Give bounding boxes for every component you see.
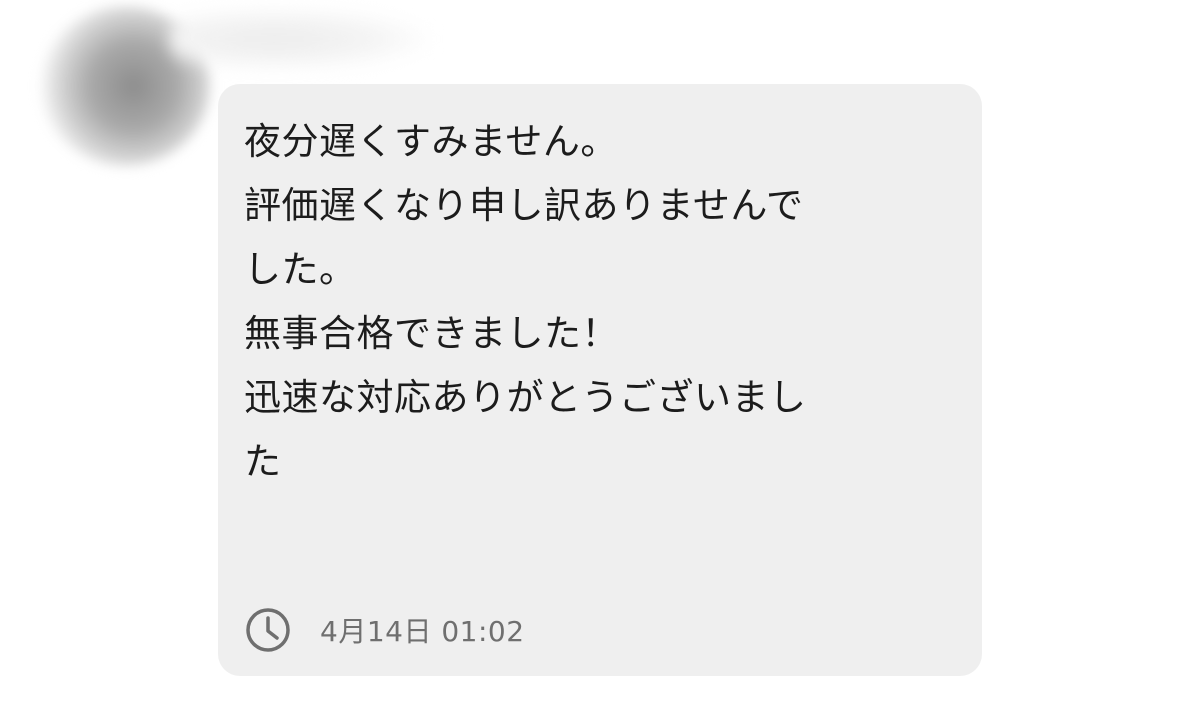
clock-icon — [244, 606, 292, 654]
sender-name-blurred — [170, 8, 430, 70]
message-bubble: 夜分遅くすみません。 評価遅くなり申し訳ありませんで した。 無事合格できました… — [218, 84, 982, 676]
message-line: した。 — [244, 248, 357, 291]
timestamp: 4月14日 01:02 — [320, 615, 525, 648]
message-meta: 4月14日 01:02 — [244, 606, 525, 654]
message-text: 夜分遅くすみません。 評価遅くなり申し訳ありませんで した。 無事合格できました… — [244, 110, 934, 494]
message-line: 無事合格できました！ — [244, 312, 619, 355]
message-line: 迅速な対応ありがとうございまし — [244, 376, 807, 419]
message-line: 評価遅くなり申し訳ありませんで — [244, 184, 804, 227]
chat-view: 夜分遅くすみません。 評価遅くなり申し訳ありませんで した。 無事合格できました… — [0, 0, 1200, 704]
message-line: た — [244, 440, 282, 483]
message-line: 夜分遅くすみません。 — [244, 120, 618, 163]
